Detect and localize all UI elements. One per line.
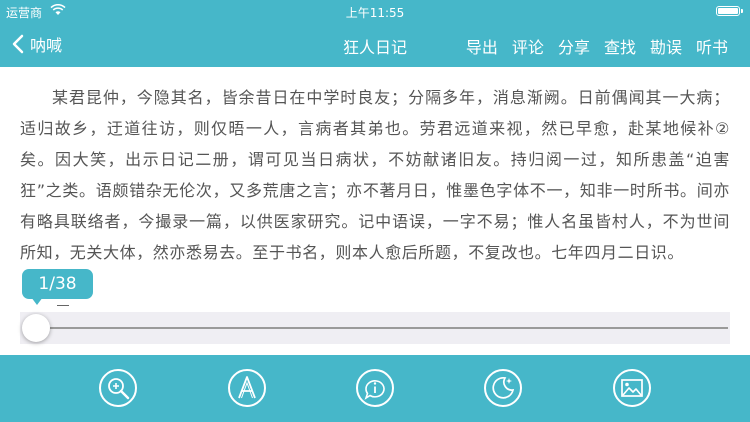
share-button[interactable]: 分享	[558, 34, 590, 58]
find-button[interactable]: 查找	[604, 34, 636, 58]
night-mode-button[interactable]	[483, 368, 523, 408]
font-icon	[228, 369, 266, 407]
info-icon	[356, 369, 394, 407]
page-indicator-tail	[31, 297, 43, 305]
errata-button[interactable]: 勘误	[650, 34, 682, 58]
bottom-toolbar	[0, 355, 750, 422]
divider	[57, 305, 69, 306]
night-mode-icon	[484, 369, 522, 407]
image-button[interactable]	[612, 368, 652, 408]
page-indicator: 1/38	[22, 269, 93, 299]
nav-actions: 导出 评论 分享 查找 勘误 听书	[466, 34, 728, 58]
zoom-icon	[99, 369, 137, 407]
listen-button[interactable]: 听书	[696, 34, 728, 58]
top-bar: 运营商 上午11:55 呐喊 狂人日记 导出 评论 分享 查找 勘误 听书	[0, 0, 750, 67]
info-button[interactable]	[355, 368, 395, 408]
slider-thumb[interactable]	[22, 314, 50, 342]
slider-track	[46, 327, 728, 329]
status-bar: 运营商 上午11:55	[0, 0, 750, 22]
font-button[interactable]	[227, 368, 267, 408]
battery-icon	[716, 6, 743, 16]
navigation-bar: 呐喊 狂人日记 导出 评论 分享 查找 勘误 听书	[0, 22, 750, 66]
status-time: 上午11:55	[345, 6, 405, 20]
page-slider[interactable]	[20, 312, 730, 344]
zoom-button[interactable]	[98, 368, 138, 408]
reading-text: 某君昆仲，今隐其名，皆余昔日在中学时良友；分隔多年，消息渐阙。日前偶闻其一大病；…	[20, 88, 730, 262]
comment-button[interactable]: 评论	[512, 34, 544, 58]
image-icon	[613, 369, 651, 407]
export-button[interactable]: 导出	[466, 34, 498, 58]
